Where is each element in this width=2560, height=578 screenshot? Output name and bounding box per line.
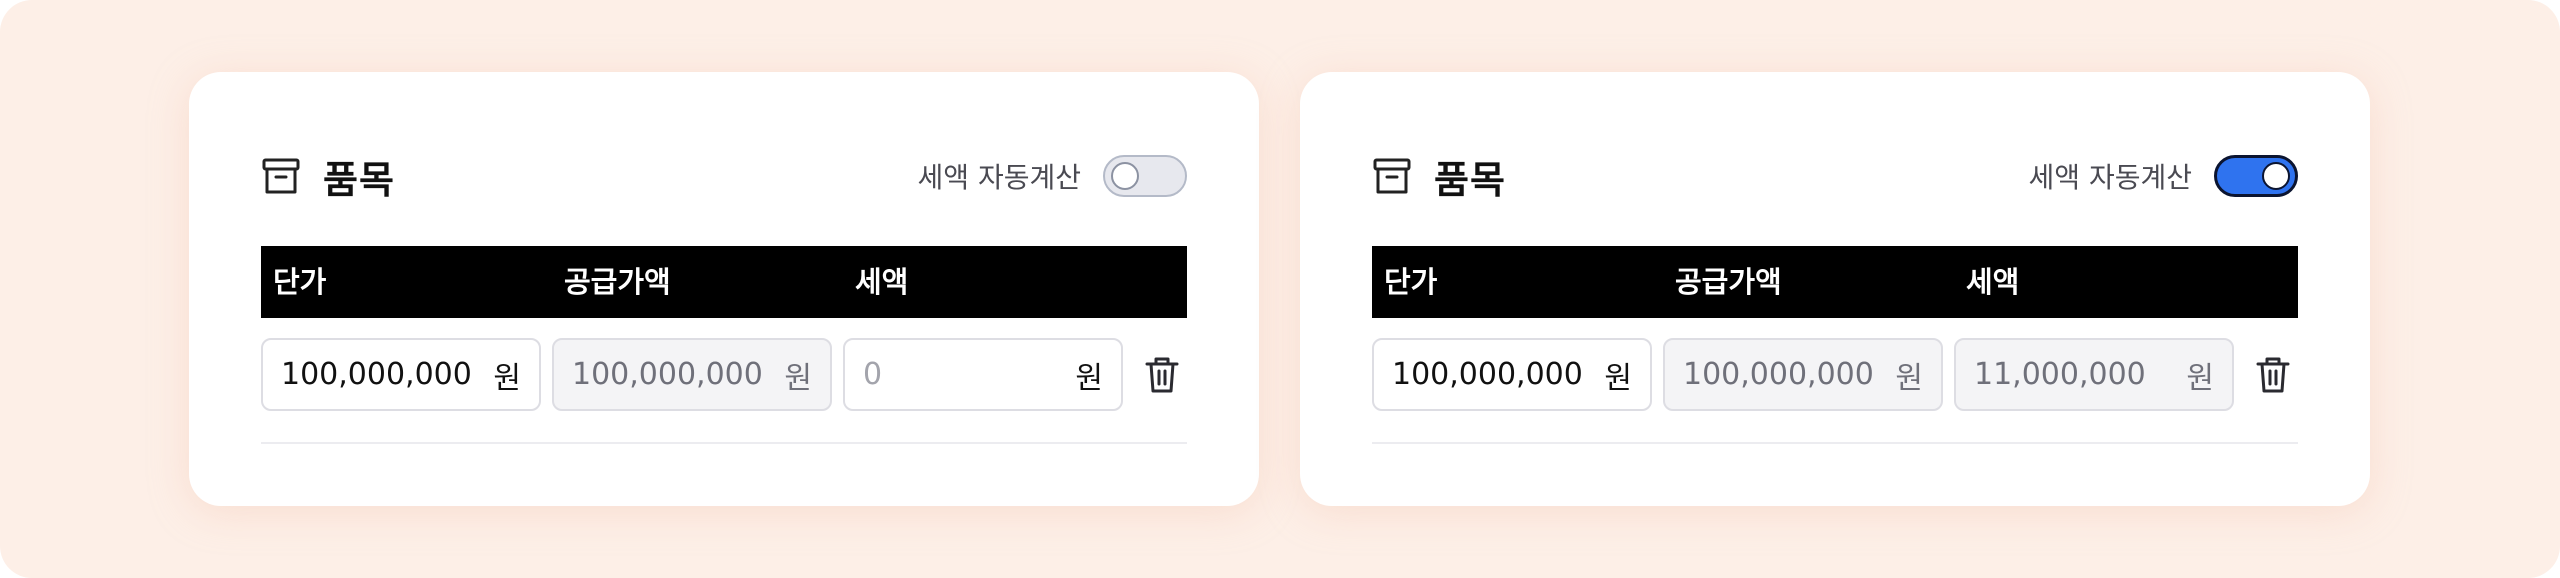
column-header-supply-value: 공급가액	[564, 265, 671, 299]
page-background: 품목 세액 자동계산 단가 공급가액 세액 100,000,000 원 100,…	[0, 0, 2560, 578]
column-header-tax: 세액	[1966, 265, 2020, 299]
column-header-unit-price: 단가	[273, 265, 327, 299]
card-header: 품목 세액 자동계산	[261, 152, 1187, 202]
table-header: 단가 공급가액 세액	[1372, 246, 2298, 318]
card-title: 품목	[323, 157, 395, 202]
supply-value-value: 100,000,000	[572, 357, 763, 392]
table-header: 단가 공급가액 세액	[261, 246, 1187, 318]
tax-currency: 원	[2186, 360, 2214, 396]
auto-tax-label: 세액 자동계산	[917, 161, 1081, 194]
table-row: 100,000,000 원 100,000,000 원 0 원	[261, 338, 1187, 444]
items-card-auto-tax-on: 품목 세액 자동계산 단가 공급가액 세액 100,000,000 원 100,…	[1300, 72, 2370, 506]
unit-price-value: 100,000,000	[281, 357, 472, 392]
unit-price-currency: 원	[1604, 360, 1632, 396]
tax-placeholder: 0	[863, 357, 883, 392]
column-header-tax: 세액	[855, 265, 909, 299]
items-card-auto-tax-off: 품목 세액 자동계산 단가 공급가액 세액 100,000,000 원 100,…	[189, 72, 1259, 506]
tax-value: 11,000,000	[1974, 357, 2146, 392]
toggle-knob	[1111, 162, 1139, 190]
tax-currency: 원	[1075, 360, 1103, 396]
auto-tax-control: 세액 자동계산	[2029, 155, 2298, 197]
toggle-knob	[2262, 162, 2290, 190]
trash-icon[interactable]	[2255, 356, 2291, 394]
archive-box-icon	[1373, 158, 1411, 194]
supply-value-field: 100,000,000 원	[552, 338, 832, 411]
unit-price-input[interactable]: 100,000,000 원	[261, 338, 541, 411]
auto-tax-toggle[interactable]	[1103, 155, 1187, 197]
archive-box-icon	[262, 158, 300, 194]
card-title-group: 품목	[1372, 149, 1506, 204]
column-header-unit-price: 단가	[1384, 265, 1438, 299]
auto-tax-label: 세액 자동계산	[2028, 161, 2192, 194]
card-header: 품목 세액 자동계산	[1372, 152, 2298, 202]
supply-value-field: 100,000,000 원	[1663, 338, 1943, 411]
tax-input[interactable]: 0 원	[843, 338, 1123, 411]
auto-tax-toggle[interactable]	[2214, 155, 2298, 197]
unit-price-input[interactable]: 100,000,000 원	[1372, 338, 1652, 411]
table-row: 100,000,000 원 100,000,000 원 11,000,000 원	[1372, 338, 2298, 444]
card-title: 품목	[1434, 157, 1506, 202]
card-title-group: 품목	[261, 149, 395, 204]
supply-value-value: 100,000,000	[1683, 357, 1874, 392]
tax-field: 11,000,000 원	[1954, 338, 2234, 411]
supply-value-currency: 원	[1895, 360, 1923, 396]
unit-price-currency: 원	[493, 360, 521, 396]
supply-value-currency: 원	[784, 360, 812, 396]
trash-icon[interactable]	[1144, 356, 1180, 394]
auto-tax-control: 세액 자동계산	[918, 155, 1187, 197]
unit-price-value: 100,000,000	[1392, 357, 1583, 392]
column-header-supply-value: 공급가액	[1675, 265, 1782, 299]
